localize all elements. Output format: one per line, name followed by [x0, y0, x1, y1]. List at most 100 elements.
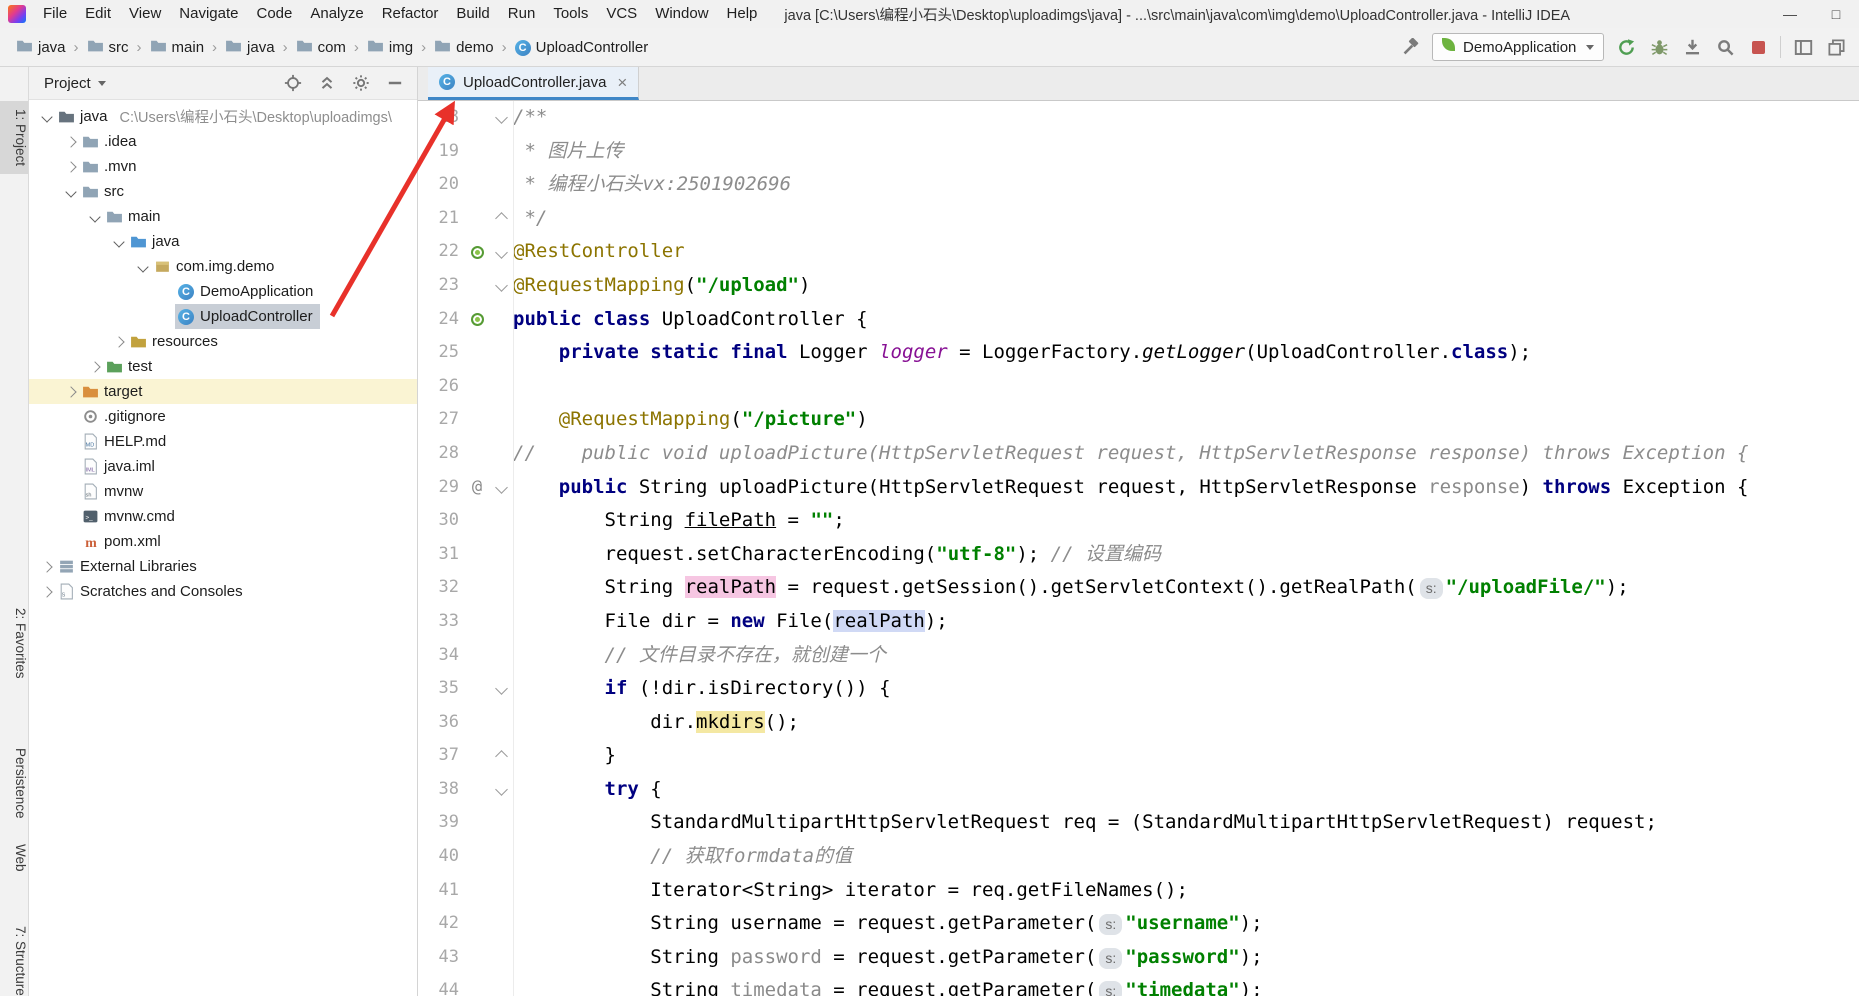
code-line-24[interactable]: 24 public class UploadController {	[418, 303, 1859, 337]
code-line-20[interactable]: 20 * 编程小石头vx:2501902696	[418, 168, 1859, 202]
breadcrumb-item-java[interactable]: java	[12, 35, 70, 60]
menu-run[interactable]: Run	[499, 0, 545, 28]
fold-marker[interactable]	[495, 111, 508, 125]
code-line-22[interactable]: 22 @RestController	[418, 235, 1859, 269]
hide-button[interactable]	[385, 73, 405, 93]
tree-item-com-img-demo[interactable]: com.img.demo	[28, 254, 417, 279]
menu-refactor[interactable]: Refactor	[373, 0, 448, 28]
fold-marker[interactable]	[495, 749, 508, 763]
menu-navigate[interactable]: Navigate	[170, 0, 247, 28]
line-number[interactable]: 38	[418, 773, 464, 807]
line-number[interactable]: 28	[418, 437, 464, 471]
tree-item-resources[interactable]: resources	[28, 329, 417, 354]
tab-close-icon[interactable]: ×	[617, 74, 627, 91]
collapse-all-button[interactable]	[317, 73, 337, 93]
tree-chevron[interactable]	[64, 385, 77, 398]
code-line-29[interactable]: 29 @ public String uploadPicture(HttpServ…	[418, 471, 1859, 505]
tree-chevron[interactable]	[112, 335, 125, 348]
code-line-21[interactable]: 21 */	[418, 202, 1859, 236]
breadcrumb-item-java[interactable]: java	[221, 35, 279, 60]
tree-chevron[interactable]	[112, 235, 125, 248]
fold-marker[interactable]	[495, 279, 508, 293]
code-line-28[interactable]: 28// public void uploadPicture(HttpServl…	[418, 437, 1859, 471]
menu-file[interactable]: File	[34, 0, 76, 28]
line-number[interactable]: 26	[418, 370, 464, 404]
tree-chevron[interactable]	[88, 210, 101, 223]
tree-chevron[interactable]	[136, 260, 149, 273]
tree-item-gitignore[interactable]: .gitignore	[28, 404, 417, 429]
menu-edit[interactable]: Edit	[76, 0, 120, 28]
code-line-34[interactable]: 34 // 文件目录不存在，就创建一个	[418, 639, 1859, 673]
tree-item-mvnw[interactable]: sh mvnw	[28, 479, 417, 504]
tree-item-java-iml[interactable]: IML java.iml	[28, 454, 417, 479]
line-number[interactable]: 29	[418, 471, 464, 505]
tree-chevron[interactable]	[40, 585, 53, 598]
line-number[interactable]: 31	[418, 538, 464, 572]
toolwindow-button-7-structure[interactable]: 7: Structure	[0, 918, 28, 996]
code-line-41[interactable]: 41 Iterator<String> iterator = req.getFi…	[418, 874, 1859, 908]
line-number[interactable]: 23	[418, 269, 464, 303]
code-editor[interactable]: 18/** 19 * 图片上传 20 * 编程小石头vx:2501902696 21 …	[418, 101, 1859, 996]
fold-marker[interactable]	[495, 245, 508, 259]
windows-button[interactable]	[1825, 36, 1847, 58]
line-number[interactable]: 42	[418, 907, 464, 941]
code-line-43[interactable]: 43 String password = request.getParamete…	[418, 941, 1859, 975]
menu-analyze[interactable]: Analyze	[301, 0, 372, 28]
line-number[interactable]: 30	[418, 504, 464, 538]
menu-code[interactable]: Code	[247, 0, 301, 28]
code-line-26[interactable]: 26	[418, 370, 1859, 404]
code-line-18[interactable]: 18/**	[418, 101, 1859, 135]
tree-chevron[interactable]	[64, 160, 77, 173]
tree-item-mvnw-cmd[interactable]: >_ mvnw.cmd	[28, 504, 417, 529]
breadcrumb-item-main[interactable]: main	[146, 35, 209, 60]
tree-chevron[interactable]	[64, 135, 77, 148]
line-number[interactable]: 33	[418, 605, 464, 639]
line-number[interactable]: 43	[418, 941, 464, 975]
code-line-31[interactable]: 31 request.setCharacterEncoding("utf-8")…	[418, 538, 1859, 572]
tree-item-src[interactable]: src	[28, 179, 417, 204]
line-number[interactable]: 37	[418, 739, 464, 773]
code-line-42[interactable]: 42 String username = request.getParamete…	[418, 907, 1859, 941]
code-line-25[interactable]: 25 private static final Logger logger = …	[418, 336, 1859, 370]
code-line-33[interactable]: 33 File dir = new File(realPath);	[418, 605, 1859, 639]
menu-build[interactable]: Build	[447, 0, 498, 28]
menu-window[interactable]: Window	[646, 0, 717, 28]
tree-chevron[interactable]	[40, 560, 53, 573]
code-line-44[interactable]: 44 String timedata = request.getParamete…	[418, 974, 1859, 996]
tree-item-target[interactable]: target	[28, 379, 417, 404]
line-number[interactable]: 44	[418, 974, 464, 996]
code-line-36[interactable]: 36 dir.mkdirs();	[418, 706, 1859, 740]
line-number[interactable]: 32	[418, 571, 464, 605]
tree-item-java[interactable]: java C:\Users\编程小石头\Desktop\uploadimgs\	[28, 104, 417, 129]
tree-chevron[interactable]	[64, 185, 77, 198]
fold-marker[interactable]	[495, 480, 508, 494]
line-number[interactable]: 22	[418, 235, 464, 269]
maximize-button[interactable]: □	[1813, 0, 1859, 28]
toolwindow-button-web[interactable]: Web	[0, 836, 28, 880]
menu-view[interactable]: View	[120, 0, 170, 28]
menu-help[interactable]: Help	[718, 0, 767, 28]
locate-button[interactable]	[283, 73, 303, 93]
line-number[interactable]: 40	[418, 840, 464, 874]
line-number[interactable]: 35	[418, 672, 464, 706]
toolwindow-button-1-project[interactable]: 1: Project	[0, 101, 28, 175]
line-number[interactable]: 20	[418, 168, 464, 202]
debug-button[interactable]	[1648, 36, 1670, 58]
line-number[interactable]: 18	[418, 101, 464, 135]
tree-item-java[interactable]: java	[28, 229, 417, 254]
line-number[interactable]: 36	[418, 706, 464, 740]
code-line-30[interactable]: 30 String filePath = "";	[418, 504, 1859, 538]
line-number[interactable]: 21	[418, 202, 464, 236]
fold-marker[interactable]	[495, 682, 508, 696]
line-number[interactable]: 41	[418, 874, 464, 908]
search-button[interactable]	[1714, 36, 1736, 58]
line-number[interactable]: 34	[418, 639, 464, 673]
line-number[interactable]: 24	[418, 303, 464, 337]
fold-marker[interactable]	[495, 783, 508, 797]
line-number[interactable]: 27	[418, 403, 464, 437]
settings-button[interactable]	[351, 73, 371, 93]
toolwindow-button-2-favorites[interactable]: 2: Favorites	[0, 600, 28, 687]
tree-item-scratches-and-consoles[interactable]: S Scratches and Consoles	[28, 579, 417, 604]
breadcrumb-item-src[interactable]: src	[83, 35, 133, 60]
code-line-23[interactable]: 23 @RequestMapping("/upload")	[418, 269, 1859, 303]
